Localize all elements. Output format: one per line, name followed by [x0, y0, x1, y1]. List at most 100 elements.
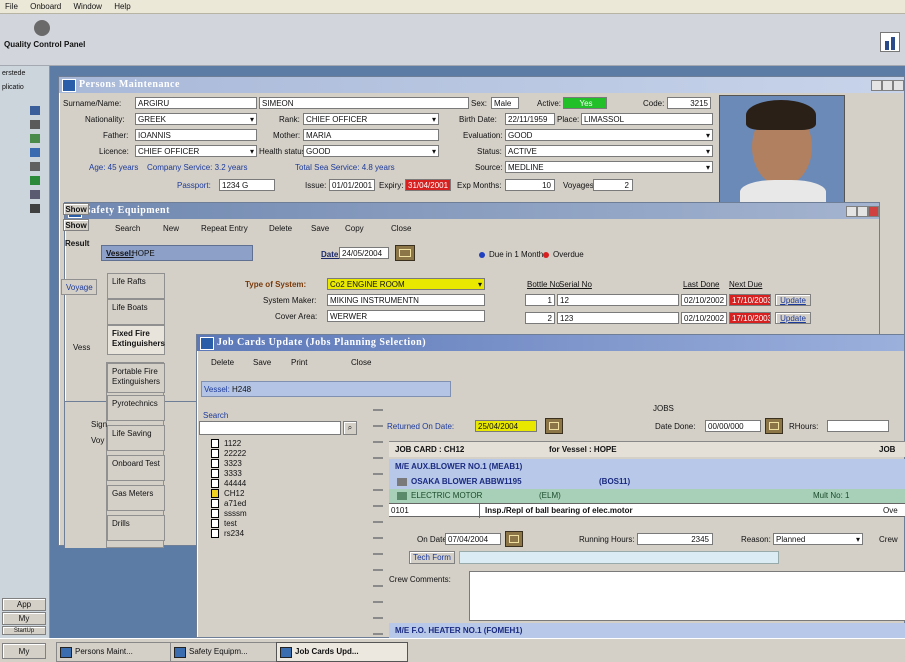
tree-item[interactable]: 3323: [211, 459, 331, 469]
my-shortcut[interactable]: My: [2, 643, 46, 659]
app-icon[interactable]: [30, 120, 40, 129]
tree-item[interactable]: a71ed: [211, 499, 331, 509]
code-field[interactable]: 3215: [667, 97, 711, 109]
new-button[interactable]: New: [163, 224, 179, 233]
nationality-select[interactable]: GREEK: [135, 113, 257, 125]
category-life-boats[interactable]: Life Boats: [107, 299, 165, 325]
menu-help[interactable]: Help: [109, 0, 135, 13]
my-shortcut[interactable]: My: [2, 612, 46, 625]
father-field[interactable]: IOANNIS: [135, 129, 257, 141]
type-of-system-select[interactable]: Co2 ENGINE ROOM: [327, 278, 485, 290]
app-icon[interactable]: [30, 106, 40, 115]
app-icon[interactable]: [30, 148, 40, 157]
close-button[interactable]: Close: [351, 358, 371, 367]
tree-item[interactable]: test: [211, 519, 331, 529]
serial-no-cell[interactable]: 123: [557, 312, 679, 324]
tree-item[interactable]: CH12: [211, 489, 331, 499]
qcp-button[interactable]: Quality Control Panel: [4, 18, 85, 62]
delete-button[interactable]: Delete: [269, 224, 292, 233]
app-shortcut[interactable]: App: [2, 598, 46, 611]
task-persons[interactable]: Persons Maint...: [56, 642, 188, 662]
task-row[interactable]: 0101 Insp./Repl of ball bearing of elec.…: [389, 503, 905, 518]
surname-field[interactable]: ARGIRU: [135, 97, 257, 109]
running-hours-field[interactable]: 2345: [637, 533, 713, 545]
machine1-row[interactable]: M/E AUX.BLOWER NO.1 (MEAB1): [389, 459, 905, 475]
app-icon[interactable]: [30, 176, 40, 185]
sex-field[interactable]: Male: [491, 97, 519, 109]
maximize-button[interactable]: [857, 206, 868, 217]
reason-select[interactable]: Planned: [773, 533, 863, 545]
passport-field[interactable]: 1234 G: [219, 179, 275, 191]
cover-area-field[interactable]: WERWER: [327, 310, 485, 322]
expiry-field[interactable]: 31/04/2001: [405, 179, 451, 191]
category-life-rafts[interactable]: Life Rafts: [107, 273, 165, 299]
tree-item[interactable]: 22222: [211, 449, 331, 459]
category-onboard-test[interactable]: Onboard Test: [107, 455, 165, 481]
next-due-cell[interactable]: 17/10/2003: [729, 294, 771, 306]
vessel-value[interactable]: HOPE: [132, 249, 155, 258]
health-select[interactable]: GOOD: [303, 145, 439, 157]
next-due-cell[interactable]: 17/10/2003: [729, 312, 771, 324]
last-done-cell[interactable]: 02/10/2002: [681, 312, 727, 324]
show-button[interactable]: Show: [63, 203, 89, 215]
date-done-field[interactable]: 00/00/000: [705, 420, 761, 432]
update-button[interactable]: Update: [775, 294, 811, 306]
delete-button[interactable]: Delete: [211, 358, 234, 367]
startup-shortcut[interactable]: StartUp: [2, 626, 46, 635]
calendar-button[interactable]: [765, 418, 783, 434]
chart-icon[interactable]: [880, 32, 900, 52]
tree-item[interactable]: 3333: [211, 469, 331, 479]
status-select[interactable]: ACTIVE: [505, 145, 713, 157]
bottle-no-cell[interactable]: 1: [525, 294, 555, 306]
rhours-field[interactable]: [827, 420, 889, 432]
source-select[interactable]: MEDLINE: [505, 161, 713, 173]
machine2-row[interactable]: M/E F.O. HEATER NO.1 (FOMEH1): [389, 623, 905, 639]
vessel-value[interactable]: H248: [232, 385, 251, 394]
issue-field[interactable]: 01/01/2001: [329, 179, 375, 191]
birth-field[interactable]: 22/11/1959: [505, 113, 555, 125]
menu-file[interactable]: File: [0, 0, 23, 13]
calendar-button[interactable]: [505, 531, 523, 547]
category-fixed-fire[interactable]: Fixed Fire Extinguishers: [107, 325, 165, 355]
crew-comments-field[interactable]: [469, 571, 905, 621]
close-button[interactable]: [868, 206, 879, 217]
task-jobcards[interactable]: Job Cards Upd...: [276, 642, 408, 662]
tree-item[interactable]: ssssm: [211, 509, 331, 519]
panel-splitter[interactable]: [373, 409, 383, 635]
minimize-button[interactable]: [871, 80, 882, 91]
tab-vess[interactable]: Vess: [73, 343, 90, 352]
save-button[interactable]: Save: [253, 358, 271, 367]
save-button[interactable]: Save: [311, 224, 329, 233]
on-date-field[interactable]: 07/04/2004: [445, 533, 501, 545]
update-button[interactable]: Update: [775, 312, 811, 324]
app-icon[interactable]: [30, 162, 40, 171]
name-field[interactable]: SIMEON: [259, 97, 469, 109]
motor-row[interactable]: ELECTRIC MOTOR (ELM) Mult No: 1: [389, 489, 905, 503]
shortcut-label[interactable]: erstede: [2, 70, 25, 77]
category-portable-fire[interactable]: Portable Fire Extinguishers: [107, 363, 165, 393]
exp-months-field[interactable]: 10: [505, 179, 555, 191]
close-button[interactable]: [893, 80, 904, 91]
place-field[interactable]: LIMASSOL: [581, 113, 713, 125]
system-maker-field[interactable]: MIKING INSTRUMENTN: [327, 294, 485, 306]
evaluation-select[interactable]: GOOD: [505, 129, 713, 141]
voyages-field[interactable]: 2: [593, 179, 633, 191]
repeat-entry-button[interactable]: Repeat Entry: [201, 224, 248, 233]
rank-select[interactable]: CHIEF OFFICER: [303, 113, 439, 125]
tree-item[interactable]: 1122: [211, 439, 331, 449]
tab-voyage[interactable]: Voyage: [61, 279, 97, 295]
search-icon[interactable]: ⌕: [343, 421, 357, 435]
tech-form-field[interactable]: [459, 551, 779, 564]
returned-date-field[interactable]: 25/04/2004: [475, 420, 537, 432]
shortcut-label[interactable]: plicatio: [2, 84, 24, 91]
date-field[interactable]: 24/05/2004: [339, 247, 389, 259]
menu-onboard[interactable]: Onboard: [25, 0, 66, 13]
bottle-no-cell[interactable]: 2: [525, 312, 555, 324]
last-done-cell[interactable]: 02/10/2002: [681, 294, 727, 306]
category-life-saving[interactable]: Life Saving: [107, 425, 165, 451]
show-button[interactable]: Show: [63, 219, 89, 231]
active-field[interactable]: Yes: [563, 97, 607, 109]
copy-button[interactable]: Copy: [345, 224, 364, 233]
search-input[interactable]: [199, 421, 341, 435]
app-icon[interactable]: [30, 190, 40, 199]
